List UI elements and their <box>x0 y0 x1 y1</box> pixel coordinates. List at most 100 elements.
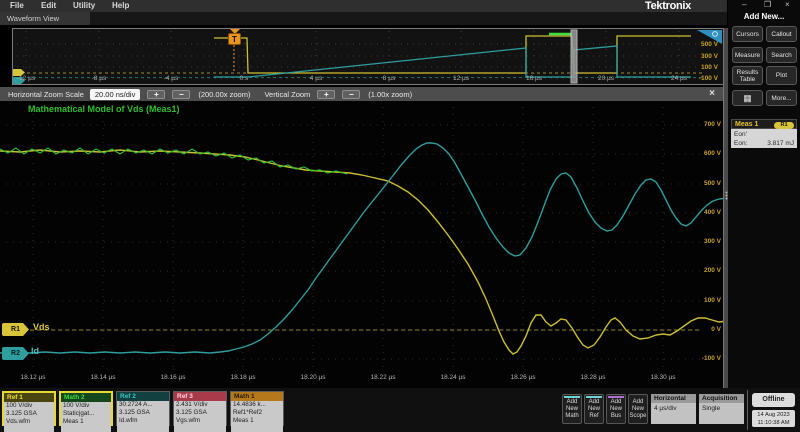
menu-file[interactable]: File <box>10 1 24 10</box>
cursors-button[interactable]: Cursors <box>732 26 763 42</box>
badge-math1[interactable]: Math 1 14.4836 k... Ref1*Ref2 Meas 1 <box>230 391 284 426</box>
mv-xlabel: 18.14 µs <box>81 374 125 381</box>
ov-tick: 20 µs <box>586 75 626 82</box>
close-icon[interactable]: × <box>785 0 790 9</box>
overview-vds-trace <box>214 36 691 73</box>
id-trace <box>0 143 727 353</box>
mv-xlabel: 18.26 µs <box>501 374 545 381</box>
time-text: 11:10:38 AM <box>752 419 795 427</box>
datetime-display: 14 Aug 2023 11:10:38 AM <box>752 410 795 427</box>
tab-waveform-view[interactable]: Waveform View <box>0 12 90 25</box>
ov-tick: -4 µs <box>151 75 191 82</box>
more-button[interactable]: More... <box>766 90 797 106</box>
add-new-math-button[interactable]: Add New Math <box>562 394 582 424</box>
accent-strip <box>608 396 624 398</box>
mv-ylabel: 700 V <box>691 121 721 128</box>
trigger-flag-icon[interactable]: T <box>228 33 241 45</box>
horizontal-scale-value: 4 µs/div <box>651 403 696 412</box>
menu-help[interactable]: Help <box>112 1 129 10</box>
add-new-scope-button[interactable]: Add New Scope <box>628 394 648 424</box>
badge-line: Static|gat... <box>63 410 111 418</box>
ov-ylabel: -100 V <box>688 75 718 82</box>
mv-xlabel: 18.16 µs <box>151 374 195 381</box>
mv-ylabel: -100 V <box>691 355 721 362</box>
zoom-window-handle[interactable] <box>571 30 577 83</box>
mv-ylabel: 200 V <box>691 267 721 274</box>
overview-panel[interactable]: T -12 µs -8 µs -4 µs 0 s 4 µs 8 µs 12 µs… <box>12 28 724 85</box>
h-zoom-scale-input[interactable]: 20.00 ns/div <box>90 89 140 100</box>
ov-ylabel: 500 V <box>688 41 718 48</box>
search-button[interactable]: Search <box>766 47 797 63</box>
v-zoom-plus-button[interactable]: + <box>317 90 335 99</box>
mv-xlabel: 18.22 µs <box>361 374 405 381</box>
right-sidebar: – ❐ × Add New... Cursors Callout Measure… <box>728 0 800 388</box>
zoom-controls-bar: Horizontal Zoom Scale 20.00 ns/div + − (… <box>0 87 727 101</box>
badge-ref2[interactable]: Ref 2 30.2724 A... 3.125 GSA Id.wfm <box>116 391 170 426</box>
main-waveform-view[interactable]: Mathematical Model of Vds (Meas1) 700 V … <box>0 101 727 388</box>
bottom-bar-separator <box>747 390 748 430</box>
badge-line: Vds.wfm <box>6 418 54 426</box>
meas1-value: 3.817 mJ <box>767 139 794 148</box>
h-zoom-factor: (200.00x zoom) <box>198 90 250 99</box>
callout-button[interactable]: Callout <box>766 26 797 42</box>
menu-edit[interactable]: Edit <box>41 1 56 10</box>
ov-tick: -8 µs <box>79 75 119 82</box>
badge-line: 100 V/div <box>6 402 54 410</box>
meas1-row1: Eon' <box>734 130 794 139</box>
badge-ref1[interactable]: Ref 1 100 V/div 3.125 GSA Vds.wfm <box>2 391 56 426</box>
meas1-results: Eon' 3.817 mJ Eon: <box>731 129 797 148</box>
restore-icon[interactable]: ❐ <box>764 0 771 9</box>
v-zoom-minus-button[interactable]: − <box>342 90 360 99</box>
mv-ylabel: 500 V <box>691 180 721 187</box>
horizontal-panel[interactable]: Horizontal 4 µs/div <box>651 394 696 424</box>
date-text: 14 Aug 2023 <box>752 411 795 419</box>
mv-xlabel: 18.30 µs <box>641 374 685 381</box>
ov-tick: -12 µs <box>6 75 46 82</box>
meas1-row2-label: Eon: <box>734 140 747 147</box>
meas1-source-pill[interactable]: R1 <box>774 122 794 129</box>
measure-button[interactable]: Measure <box>732 47 763 63</box>
zoom-grid-icon[interactable]: ▦ <box>732 90 763 106</box>
ov-tick: 4 µs <box>296 75 336 82</box>
id-label: Id <box>31 346 39 356</box>
v-zoom-label: Vertical Zoom <box>264 90 310 99</box>
badge-line: Id.wfm <box>119 417 169 425</box>
add-new-bus-button[interactable]: Add New Bus <box>606 394 626 424</box>
menu-utility[interactable]: Utility <box>73 1 95 10</box>
meas1-badge-header[interactable]: Meas 1 R1 <box>731 119 797 129</box>
badge-line: 3.125 GSA <box>119 409 169 417</box>
ov-ylabel: 100 V <box>688 64 718 71</box>
h-zoom-plus-button[interactable]: + <box>147 90 165 99</box>
vds-trace <box>0 150 727 354</box>
bottom-bar: Ref 1 100 V/div 3.125 GSA Vds.wfm Math 2… <box>0 388 800 432</box>
badge-line: 2.431 V/div <box>176 401 226 409</box>
ov-tick: 0 s <box>224 75 264 82</box>
meas1-title: Meas 1 <box>735 121 758 128</box>
plot-button[interactable]: Plot <box>766 66 797 85</box>
ov-tick: 8 µs <box>369 75 409 82</box>
badge-line: 3.125 GSA <box>6 410 54 418</box>
badge-math2[interactable]: Math 2 100 V/div Static|gat... Meas 1 <box>59 391 113 426</box>
accent-strip <box>564 396 580 398</box>
badge-line: 3.125 GSA <box>176 409 226 417</box>
vds-label: Vds <box>33 322 50 332</box>
ov-ylabel: 300 V <box>688 53 718 60</box>
math-model-title: Mathematical Model of Vds (Meas1) <box>28 104 180 114</box>
badge-line: 100 V/div <box>63 402 111 410</box>
h-zoom-minus-button[interactable]: − <box>172 90 190 99</box>
results-table-button[interactable]: Results Table <box>732 66 763 85</box>
close-zoom-icon[interactable]: × <box>709 88 715 99</box>
badge-line: 30.2724 A... <box>119 401 169 409</box>
mv-xlabel: 18.28 µs <box>571 374 615 381</box>
mv-ylabel: 400 V <box>691 209 721 216</box>
mv-ylabel: 600 V <box>691 150 721 157</box>
acquisition-mode-value: Single <box>699 403 744 412</box>
mv-ylabel: 0 V <box>691 326 721 333</box>
acquisition-panel[interactable]: Acquisition Single <box>699 394 744 424</box>
offline-button[interactable]: Offline <box>752 393 795 407</box>
minimize-icon[interactable]: – <box>742 0 746 9</box>
tektronix-logo: Tektronix <box>645 0 725 12</box>
mv-xlabel: 18.18 µs <box>221 374 265 381</box>
badge-ref3[interactable]: Ref 3 2.431 V/div 3.125 GSA Vgs.wfm <box>173 391 227 426</box>
add-new-ref-button[interactable]: Add New Ref <box>584 394 604 424</box>
